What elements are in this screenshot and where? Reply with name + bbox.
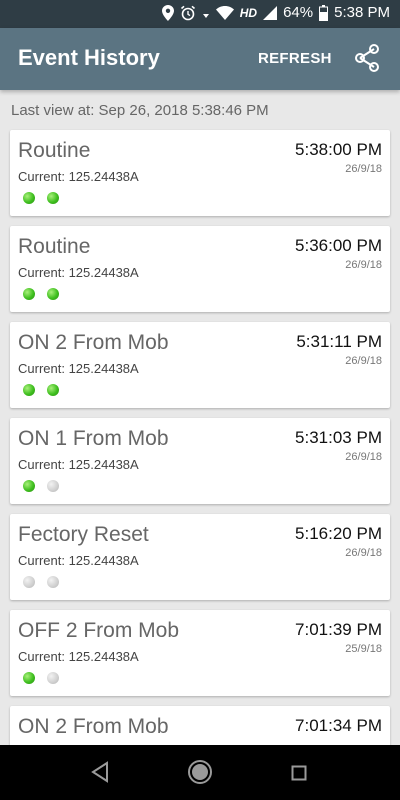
event-current: Current: 125.24438A bbox=[18, 265, 139, 280]
event-card[interactable]: Routine Current: 125.24438A 5:36:00 PM 26/9… bbox=[10, 226, 390, 312]
led-off-icon bbox=[47, 672, 59, 684]
event-card[interactable]: ON 2 From Mob 7:01:34 PM bbox=[10, 706, 390, 745]
location-icon bbox=[161, 4, 174, 21]
signal-icon bbox=[263, 5, 278, 20]
led-on-icon bbox=[47, 192, 59, 204]
status-indicators bbox=[23, 576, 59, 588]
recents-icon[interactable] bbox=[291, 765, 307, 786]
led-on-icon bbox=[23, 192, 35, 204]
event-date: 26/9/18 bbox=[345, 547, 382, 559]
event-list[interactable]: Routine Current: 125.24438A 5:38:00 PM 26/9… bbox=[10, 130, 390, 745]
status-indicators bbox=[23, 672, 59, 684]
event-card[interactable]: OFF 2 From Mob Current: 125.24438A 7:01:39… bbox=[10, 610, 390, 696]
battery-percent: 64% bbox=[283, 4, 314, 21]
event-history-content[interactable]: Last view at: Sep 26, 2018 5:38:46 PM Ro… bbox=[0, 90, 400, 745]
event-time: 5:36:00 PM bbox=[295, 236, 382, 255]
event-name: ON 2 From Mob bbox=[18, 331, 169, 354]
data-arrows-icon bbox=[202, 6, 210, 20]
led-on-icon bbox=[47, 384, 59, 396]
status-indicators bbox=[23, 480, 59, 492]
event-name: Fectory Reset bbox=[18, 523, 149, 546]
app-bar: Event History REFRESH bbox=[0, 28, 400, 90]
event-current: Current: 125.24438A bbox=[18, 169, 139, 184]
status-icons: HD 64% 5:38 PM bbox=[161, 4, 390, 21]
event-card[interactable]: Fectory Reset Current: 125.24438A 5:16:20 … bbox=[10, 514, 390, 600]
status-bar: HD 64% 5:38 PM bbox=[0, 0, 400, 28]
event-current: Current: 125.24438A bbox=[18, 361, 139, 376]
status-indicators bbox=[23, 192, 59, 204]
network-type-label: HD bbox=[239, 5, 258, 20]
event-time: 5:31:03 PM bbox=[295, 428, 382, 447]
event-date: 26/9/18 bbox=[345, 355, 382, 367]
led-on-icon bbox=[23, 672, 35, 684]
event-current: Current: 125.24438A bbox=[18, 457, 139, 472]
event-card[interactable]: Routine Current: 125.24438A 5:38:00 PM 26/9… bbox=[10, 130, 390, 216]
event-date: 26/9/18 bbox=[345, 259, 382, 271]
event-current: Current: 125.24438A bbox=[18, 649, 139, 664]
event-card[interactable]: ON 1 From Mob Current: 125.24438A 5:31:03 … bbox=[10, 418, 390, 504]
alarm-icon bbox=[180, 5, 196, 21]
event-current: Current: 125.24438A bbox=[18, 553, 139, 568]
event-name: ON 2 From Mob bbox=[18, 715, 169, 738]
event-name: Routine bbox=[18, 235, 91, 258]
status-indicators bbox=[23, 384, 59, 396]
event-name: Routine bbox=[18, 139, 91, 162]
refresh-button[interactable]: REFRESH bbox=[258, 50, 332, 67]
share-icon[interactable] bbox=[352, 43, 382, 73]
event-date: 26/9/18 bbox=[345, 163, 382, 175]
wifi-icon bbox=[215, 5, 234, 20]
event-time: 5:31:11 PM bbox=[296, 332, 382, 351]
clock-time: 5:38 PM bbox=[334, 4, 390, 21]
event-time: 7:01:34 PM bbox=[295, 716, 382, 735]
event-name: ON 1 From Mob bbox=[18, 427, 169, 450]
event-card[interactable]: ON 2 From Mob Current: 125.24438A 5:31:11 … bbox=[10, 322, 390, 408]
event-name: OFF 2 From Mob bbox=[18, 619, 180, 642]
last-view-text: Last view at: Sep 26, 2018 5:38:46 PM bbox=[11, 102, 269, 119]
event-date: 26/9/18 bbox=[345, 451, 382, 463]
led-on-icon bbox=[23, 288, 35, 300]
event-time: 5:16:20 PM bbox=[295, 524, 382, 543]
led-off-icon bbox=[47, 576, 59, 588]
event-date: 25/9/18 bbox=[345, 643, 382, 655]
navigation-bar bbox=[0, 745, 400, 800]
page-title: Event History bbox=[18, 45, 160, 70]
home-icon[interactable] bbox=[187, 759, 213, 790]
status-indicators bbox=[23, 288, 59, 300]
led-on-icon bbox=[47, 288, 59, 300]
led-on-icon bbox=[23, 384, 35, 396]
led-on-icon bbox=[23, 480, 35, 492]
back-icon[interactable] bbox=[90, 761, 110, 788]
event-time: 5:38:00 PM bbox=[295, 140, 382, 159]
battery-icon bbox=[319, 4, 329, 21]
event-time: 7:01:39 PM bbox=[295, 620, 382, 639]
led-off-icon bbox=[47, 480, 59, 492]
led-off-icon bbox=[23, 576, 35, 588]
